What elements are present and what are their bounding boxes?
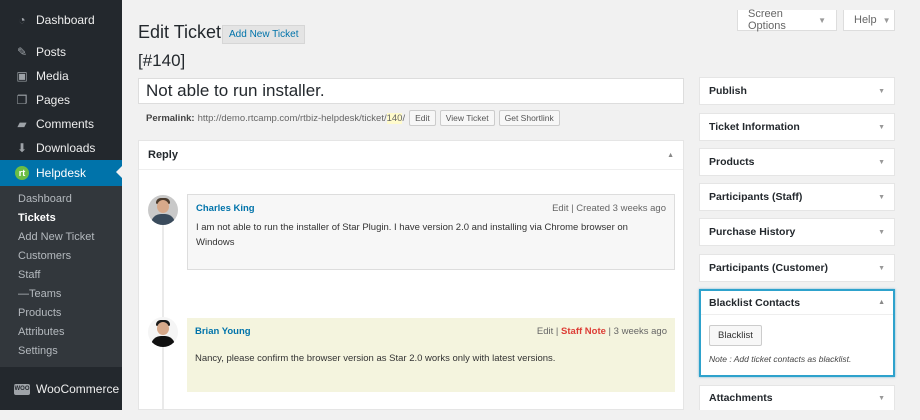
- edit-permalink-button[interactable]: Edit: [409, 110, 436, 126]
- submenu-dashboard[interactable]: Dashboard: [0, 190, 122, 209]
- download-icon: ⬇: [16, 141, 28, 155]
- comments-icon: ▰: [17, 117, 27, 131]
- timeline-line: [162, 201, 164, 409]
- expand-arrow-icon[interactable]: ▼: [878, 124, 885, 131]
- woocommerce-icon: WOO: [14, 383, 30, 395]
- caret-down-icon: ▼: [882, 15, 891, 25]
- submenu-settings[interactable]: Settings: [0, 342, 122, 361]
- submenu-products[interactable]: Products: [0, 304, 122, 323]
- submenu-attributes[interactable]: Attributes: [0, 323, 122, 342]
- view-ticket-button[interactable]: View Ticket: [439, 110, 495, 126]
- permalink-row: Permalink: http://demo.rtcamp.com/rtbiz-…: [146, 110, 560, 126]
- menu-helpdesk[interactable]: rt Helpdesk: [0, 160, 122, 186]
- metabox-ticket-information[interactable]: Ticket Information ▼: [699, 113, 895, 141]
- menu-label: Pages: [36, 93, 71, 107]
- menu-label: Helpdesk: [36, 166, 87, 180]
- metabox-participants-staff[interactable]: Participants (Staff) ▼: [699, 183, 895, 211]
- blacklist-note: Note : Add ticket contacts as blacklist.: [709, 354, 852, 364]
- metabox-title: Attachments: [709, 392, 773, 404]
- metabox-title: Publish: [709, 85, 747, 97]
- edit-reply-link[interactable]: Edit: [537, 326, 553, 337]
- menu-dashboard[interactable]: ◔ Dashboard: [0, 8, 122, 32]
- reply-time: 3 weeks ago: [613, 326, 667, 337]
- screen-options-button[interactable]: Screen Options ▼: [737, 8, 837, 32]
- reply-entry: Charles King Edit | Created 3 weeks ago …: [187, 194, 675, 270]
- screen-options-label: Screen Options: [748, 8, 786, 32]
- expand-arrow-icon[interactable]: ▼: [878, 88, 885, 95]
- pin-icon: ✎: [16, 45, 28, 59]
- menu-label: Posts: [36, 45, 67, 59]
- reply-created: Created 3 weeks ago: [576, 203, 666, 214]
- media-icon: ▣: [16, 69, 28, 83]
- metabox-title: Participants (Staff): [709, 191, 803, 203]
- expand-arrow-icon[interactable]: ▼: [878, 194, 885, 201]
- reply-message: I am not able to run the installer of St…: [196, 222, 628, 248]
- menu-label: Media: [36, 69, 69, 83]
- menu-label: Downloads: [36, 141, 96, 155]
- metabox-purchase-history[interactable]: Purchase History ▼: [699, 218, 895, 246]
- reply-title: Reply: [148, 149, 178, 161]
- metabox-products[interactable]: Products ▼: [699, 148, 895, 176]
- blacklist-header[interactable]: Blacklist Contacts ▲: [701, 291, 893, 315]
- menu-pages[interactable]: ❐ Pages: [0, 88, 122, 112]
- metabox-title: Blacklist Contacts: [709, 296, 801, 309]
- menu-posts[interactable]: ✎ Posts: [0, 40, 122, 64]
- metabox-title: Ticket Information: [709, 121, 800, 133]
- expand-arrow-icon[interactable]: ▼: [878, 395, 885, 402]
- staff-note-entry: Brian Young Edit | Staff Note | 3 weeks …: [187, 318, 675, 392]
- reply-author[interactable]: Charles King: [196, 203, 255, 214]
- page-title: Edit Ticket: [138, 22, 222, 42]
- menu-comments[interactable]: ▰ Comments: [0, 112, 122, 136]
- menu-label: WooCommerce: [36, 382, 120, 396]
- metabox-title: Participants (Customer): [709, 262, 829, 274]
- admin-sidebar: ◔ Dashboard ✎ Posts ▣ Media ❐ Pages ▰ Co…: [0, 0, 122, 410]
- helpdesk-submenu: Dashboard Tickets Add New Ticket Custome…: [0, 186, 122, 367]
- submenu-add-new-ticket[interactable]: Add New Ticket: [0, 228, 122, 247]
- menu-downloads[interactable]: ⬇ Downloads: [0, 136, 122, 160]
- expand-arrow-icon[interactable]: ▼: [878, 229, 885, 236]
- collapse-arrow-icon[interactable]: ▲: [878, 299, 885, 306]
- permalink-slug[interactable]: 140: [386, 112, 403, 124]
- submenu-tickets[interactable]: Tickets: [0, 209, 122, 228]
- menu-label: Comments: [36, 117, 95, 131]
- blacklist-button[interactable]: Blacklist: [709, 325, 762, 346]
- metabox-title: Products: [709, 156, 755, 168]
- ticket-number: [#140]: [138, 51, 186, 70]
- add-new-ticket-button[interactable]: Add New Ticket: [222, 25, 306, 44]
- menu-woocommerce[interactable]: WOO WooCommerce: [0, 377, 122, 401]
- metabox-blacklist-contacts: Blacklist Contacts ▲ Blacklist Note : Ad…: [699, 289, 895, 377]
- help-button[interactable]: Help ▼: [843, 10, 895, 31]
- avatar: [148, 317, 178, 347]
- reply-header[interactable]: Reply ▲: [139, 141, 683, 170]
- ticket-title-input[interactable]: [138, 78, 684, 104]
- reply-metabox: Reply ▲ Charles King Edit | Created 3 we…: [138, 140, 684, 410]
- caret-down-icon: ▼: [818, 15, 826, 25]
- expand-arrow-icon[interactable]: ▼: [878, 159, 885, 166]
- avatar: [148, 195, 178, 225]
- metabox-publish[interactable]: Publish ▼: [699, 77, 895, 105]
- get-shortlink-button[interactable]: Get Shortlink: [498, 110, 560, 126]
- staff-note-badge: Staff Note: [561, 326, 606, 337]
- expand-arrow-icon[interactable]: ▼: [878, 265, 885, 272]
- pages-icon: ❐: [16, 93, 28, 107]
- menu-media[interactable]: ▣ Media: [0, 64, 122, 88]
- reply-author[interactable]: Brian Young: [195, 326, 251, 337]
- permalink-label: Permalink:: [146, 112, 195, 124]
- reply-message: Nancy, please confirm the browser versio…: [195, 353, 556, 364]
- edit-reply-link[interactable]: Edit: [552, 203, 568, 214]
- permalink-url[interactable]: http://demo.rtcamp.com/rtbiz-helpdesk/ti…: [198, 112, 405, 124]
- metabox-attachments[interactable]: Attachments ▼: [699, 385, 895, 410]
- collapse-arrow-icon[interactable]: ▲: [667, 152, 674, 159]
- menu-label: Dashboard: [36, 13, 95, 27]
- helpdesk-icon: rt: [14, 166, 30, 180]
- help-label: Help: [854, 14, 877, 26]
- submenu-customers[interactable]: Customers: [0, 247, 122, 266]
- metabox-title: Purchase History: [709, 226, 796, 238]
- dashboard-icon: ◔: [18, 13, 26, 27]
- metabox-participants-customer[interactable]: Participants (Customer) ▼: [699, 254, 895, 282]
- submenu-staff[interactable]: Staff: [0, 266, 122, 285]
- submenu-teams[interactable]: —Teams: [0, 285, 122, 304]
